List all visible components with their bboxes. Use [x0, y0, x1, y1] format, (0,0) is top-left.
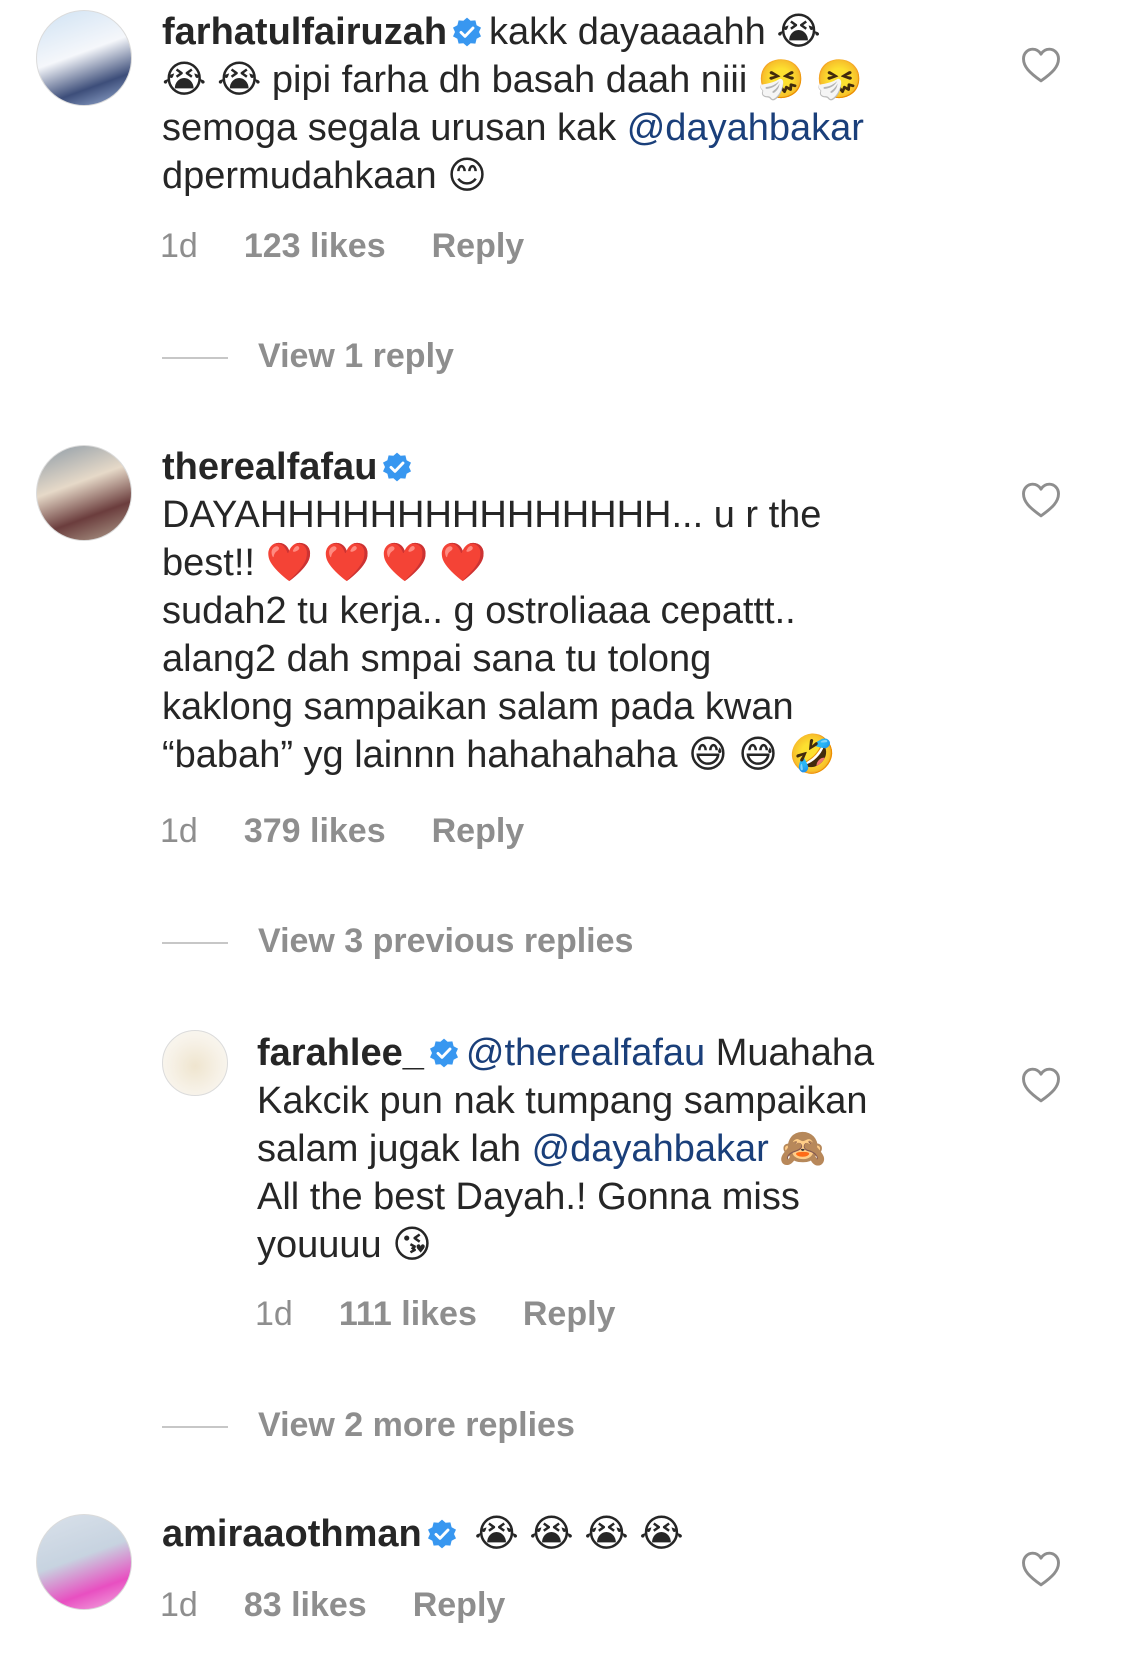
- view-replies-label: View 1 reply: [258, 337, 454, 375]
- verified-badge-icon: [453, 17, 482, 47]
- comment-body: farahlee_ @therealfafau Muahaha Kakcik pu…: [257, 1029, 874, 1269]
- comment-text: semoga segala urusan kak: [162, 107, 627, 149]
- verified-badge-icon: [427, 1519, 456, 1549]
- comment-body: therealfafau DAYAHHHHHHHHHHHHHHH... u r …: [162, 443, 836, 779]
- avatar[interactable]: [36, 10, 132, 106]
- verified-badge-icon: [429, 1038, 458, 1068]
- comment-meta: 1d 83 likes Reply: [160, 1585, 551, 1625]
- heart-icon[interactable]: [1021, 46, 1061, 84]
- heart-icon[interactable]: [1021, 1066, 1061, 1104]
- username[interactable]: amiraaothman: [162, 1513, 422, 1555]
- timestamp: 1d: [160, 1586, 198, 1624]
- likes-count[interactable]: 111 likes: [339, 1294, 477, 1334]
- divider: [162, 1426, 228, 1429]
- divider: [162, 357, 228, 360]
- reply-button[interactable]: Reply: [523, 1294, 616, 1334]
- comment-meta: 1d 379 likes Reply: [160, 811, 570, 851]
- username[interactable]: therealfafau: [162, 446, 377, 488]
- timestamp: 1d: [160, 227, 198, 265]
- mention-link[interactable]: @dayahbakar: [627, 107, 864, 149]
- comment-text: best!! ❤️ ❤️ ❤️ ❤️: [162, 542, 487, 584]
- avatar[interactable]: [36, 445, 132, 541]
- comment-text: 😭 😭 pipi farha dh basah daah niii 🤧 🤧: [162, 59, 864, 101]
- mention-link[interactable]: @dayahbakar: [532, 1128, 769, 1170]
- likes-count[interactable]: 379 likes: [244, 811, 386, 851]
- comment-text: kaklong sampaikan salam pada kwan: [162, 686, 794, 728]
- divider: [162, 942, 228, 945]
- likes-count[interactable]: 83 likes: [244, 1585, 367, 1625]
- comment-text: dpermudahkaan 😊: [162, 155, 487, 197]
- comment-text: Muahaha: [705, 1032, 875, 1074]
- reply-button[interactable]: Reply: [432, 226, 525, 266]
- username[interactable]: farahlee_: [257, 1032, 424, 1074]
- reply-button[interactable]: Reply: [413, 1585, 506, 1625]
- comment-text: Kakcik pun nak tumpang sampaikan: [257, 1080, 868, 1122]
- timestamp: 1d: [255, 1295, 293, 1333]
- username[interactable]: farhatulfairuzah: [162, 11, 447, 53]
- comment-text: salam jugak lah: [257, 1128, 532, 1170]
- comment-text: sudah2 tu kerja.. g ostroliaaa cepattt..: [162, 590, 796, 632]
- comment-text: “babah” yg lainnn hahahahaha 😅 😅 🤣: [162, 734, 836, 776]
- view-replies-label: View 2 more replies: [258, 1406, 575, 1444]
- comment-text: 🙈: [768, 1128, 827, 1170]
- comment-text: DAYAHHHHHHHHHHHHHHH... u r the: [162, 494, 822, 536]
- view-replies-label: View 3 previous replies: [258, 922, 634, 960]
- comment-text: All the best Dayah.! Gonna miss: [257, 1176, 800, 1218]
- view-replies-button[interactable]: View 2 more replies: [162, 1405, 575, 1445]
- comment-meta: 1d 123 likes Reply: [160, 226, 570, 266]
- likes-count[interactable]: 123 likes: [244, 226, 386, 266]
- comment-text: 😭 😭 😭 😭: [474, 1513, 684, 1555]
- comment-body: farhatulfairuzah kakk dayaaaahh 😭 😭 😭 pip…: [162, 8, 864, 200]
- comment-text: alang2 dah smpai sana tu tolong: [162, 638, 712, 680]
- verified-badge-icon: [383, 452, 412, 482]
- view-replies-button[interactable]: View 3 previous replies: [162, 921, 633, 961]
- comment-text: youuuu 😘: [257, 1224, 432, 1266]
- comment-meta: 1d 111 likes Reply: [255, 1294, 661, 1334]
- comment-text: kakk dayaaaahh 😭: [489, 11, 821, 53]
- mention-link[interactable]: @therealfafau: [466, 1032, 705, 1074]
- comment-body: amiraaothman 😭 😭 😭 😭: [162, 1510, 684, 1558]
- heart-icon[interactable]: [1021, 481, 1061, 519]
- reply-button[interactable]: Reply: [432, 811, 525, 851]
- heart-icon[interactable]: [1021, 1550, 1061, 1588]
- timestamp: 1d: [160, 812, 198, 850]
- view-replies-button[interactable]: View 1 reply: [162, 336, 454, 376]
- avatar[interactable]: [162, 1030, 228, 1096]
- avatar[interactable]: [36, 1514, 132, 1610]
